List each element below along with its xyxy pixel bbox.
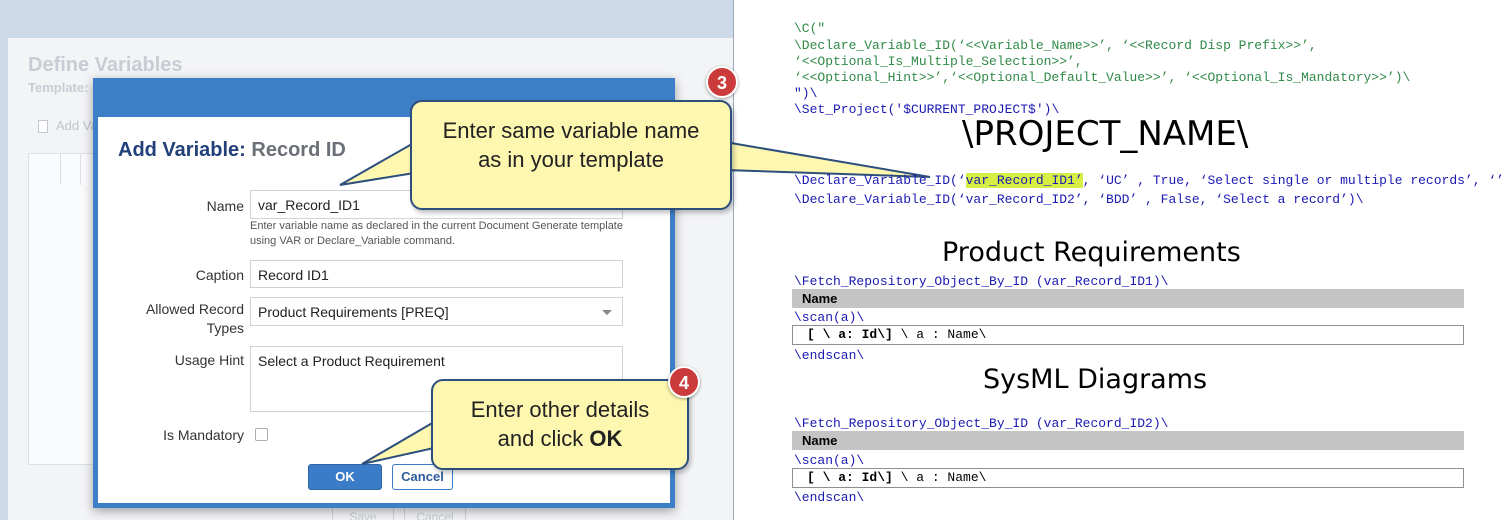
declare-variable-line-1: \Declare_Variable_ID(‘var_Record_ID1’, ‘… [794,173,1504,188]
row-name-field: \ a : Name\ [892,470,987,485]
declare1-suffix: , ‘UC’ , True, ‘Select single or multipl… [1082,173,1504,188]
template-line: ")\ [794,86,818,101]
callout-4-ok-emphasis: OK [589,426,623,451]
callout-4-line1: Enter other details [470,397,650,422]
highlighted-variable-name: var_Record_ID1’ [965,173,1083,188]
table-header-name: Name [792,289,1464,308]
fetch-line: \Fetch_Repository_Object_By_ID (var_Reco… [794,416,1169,431]
row-id-field: [ \ a: Id\] [807,470,893,485]
step-3-badge: 3 [706,66,738,98]
template-line: ‘<<Optional_Is_Multiple_Selection>>’, [794,54,1083,69]
template-line: \Declare_Variable_ID(‘<<Variable_Name>>’… [794,38,1317,53]
declare1-prefix: \Declare_Variable_ID(‘ [794,173,966,188]
section-heading: Product Requirements [942,237,1241,268]
callout-3-pointer-right [724,140,931,178]
callout-4-line2: and click OK [433,424,687,453]
scan-line: \scan(a)\ [794,310,865,325]
callout-3-line1: Enter same variable name [442,118,700,143]
table-row-template: [ \ a: Id\] \ a : Name\ [792,325,1464,345]
row-name-field: \ a : Name\ [892,327,987,342]
section-heading: SysML Diagrams [983,364,1208,395]
fetch-line: \Fetch_Repository_Object_By_ID (var_Reco… [794,274,1169,289]
declare-variable-line-2: \Declare_Variable_ID(‘var_Record_ID2’, ‘… [794,192,1364,207]
table-header-name: Name [792,431,1464,450]
endscan-line: \endscan\ [794,348,865,363]
row-id-field: [ \ a: Id\] [807,327,893,342]
endscan-line: \endscan\ [794,490,865,505]
project-name-heading: \PROJECT_NAME\ [962,114,1249,154]
scan-line: \scan(a)\ [794,453,865,468]
table-row-template: [ \ a: Id\] \ a : Name\ [792,468,1464,488]
template-line: \C(" [794,21,826,36]
template-line: ‘<<Optional_Hint>>’,‘<<Optional_Default_… [794,70,1411,85]
callout-3-line2: as in your template [478,147,664,172]
step-4-badge: 4 [668,366,700,398]
callout-4: Enter other details and click OK [431,379,689,470]
callout-3: Enter same variable name as in your temp… [410,100,732,210]
callout-4-line2-text: and click [497,426,590,451]
